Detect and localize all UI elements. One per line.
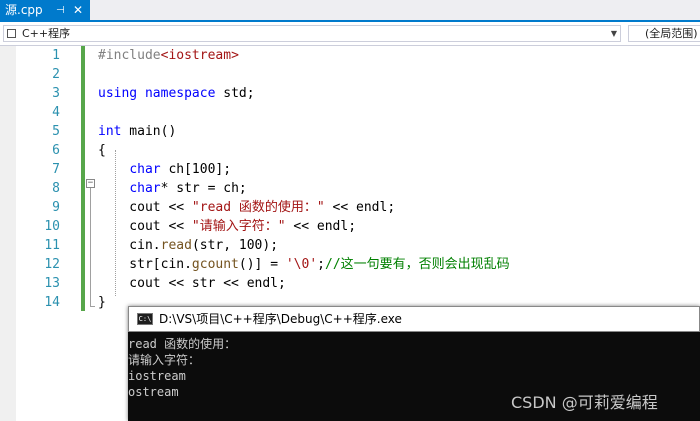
line-number: 9	[52, 200, 60, 215]
line-number: 7	[52, 162, 60, 177]
code-token: * str = ch;	[160, 181, 247, 196]
code-token: main()	[121, 124, 177, 139]
code-text: cin.read(str, 100);	[98, 236, 278, 255]
code-line[interactable]: 6{	[0, 141, 700, 160]
code-token: int	[98, 124, 122, 139]
close-icon[interactable]: ✕	[73, 0, 83, 21]
console-icon: C:\	[137, 313, 153, 325]
line-number: 14	[44, 295, 60, 310]
navigation-bar: C++程序 ▼ (全局范围)	[0, 22, 700, 46]
code-token: << endl;	[324, 200, 396, 215]
code-line[interactable]: 1 #include<iostream>	[0, 46, 700, 65]
code-token: namespace	[144, 86, 216, 101]
code-line[interactable]: 8 char* str = ch;	[0, 179, 700, 198]
line-number: 6	[52, 143, 60, 158]
line-number: 2	[52, 67, 60, 82]
line-number: 5	[52, 124, 60, 139]
code-token: "请输入字符："	[191, 219, 286, 234]
code-token: << endl;	[285, 219, 357, 234]
line-number: 3	[52, 86, 60, 101]
code-token: read	[160, 238, 192, 253]
line-number: 13	[44, 276, 60, 291]
watermark: CSDN @可莉爱编程	[511, 393, 658, 412]
line-number: 10	[44, 219, 60, 234]
code-token: //这一句要有，否则会出现乱码	[325, 257, 510, 272]
code-line[interactable]: 11 cin.read(str, 100);	[0, 236, 700, 255]
tab-source-cpp[interactable]: 源.cpp ⊣ ✕	[0, 0, 90, 22]
code-token: using	[98, 86, 138, 101]
console-title-bar[interactable]: C:\ D:\VS\项目\C++程序\Debug\C++程序.exe	[128, 306, 700, 332]
code-token: cout <<	[98, 219, 192, 234]
code-text: {	[98, 141, 106, 160]
code-line[interactable]: 7 char ch[100];	[0, 160, 700, 179]
code-line[interactable]: 9 cout << "read 函数的使用：" << endl;	[0, 198, 700, 217]
code-token: cout << str << endl;	[98, 276, 286, 291]
code-token: std;	[215, 86, 255, 101]
project-label: C++程序	[22, 27, 71, 40]
console-output-line: iostream	[128, 369, 186, 383]
line-number: 11	[44, 238, 60, 253]
code-token: }	[98, 295, 106, 310]
console-title: D:\VS\项目\C++程序\Debug\C++程序.exe	[159, 312, 402, 326]
code-token: {	[98, 143, 106, 158]
code-line[interactable]: 13 cout << str << endl;	[0, 274, 700, 293]
line-number: 4	[52, 105, 60, 120]
scope-dropdown[interactable]: (全局范围)	[628, 25, 700, 42]
console-output-line: read 函数的使用：	[128, 337, 237, 351]
code-line[interactable]: 2	[0, 65, 700, 84]
line-number: 12	[44, 257, 60, 272]
code-token: cin.	[98, 238, 161, 253]
pin-icon[interactable]: ⊣	[56, 0, 65, 21]
code-token: char	[129, 162, 161, 177]
chevron-down-icon: ▼	[610, 29, 617, 38]
code-token: #include	[98, 48, 161, 63]
code-text: cout << str << endl;	[98, 274, 286, 293]
code-line[interactable]: 5 int main()	[0, 122, 700, 141]
scope-label: (全局范围)	[645, 27, 698, 40]
code-token: char	[129, 181, 161, 196]
code-text: char ch[100];	[98, 160, 231, 179]
document-tab-bar: 源.cpp ⊣ ✕	[0, 0, 700, 22]
code-text: using namespace std;	[98, 84, 255, 103]
code-text: char* str = ch;	[98, 179, 247, 198]
code-text: int main()	[98, 122, 176, 141]
code-token: '\0'	[285, 257, 318, 272]
code-text: #include<iostream>	[98, 46, 239, 65]
code-token: "read 函数的使用："	[191, 200, 325, 215]
code-token: ch[100];	[160, 162, 232, 177]
code-text: str[cin.gcount()] = '\0';//这一句要有，否则会出现乱码	[98, 255, 510, 274]
code-line[interactable]: 10 cout << "请输入字符：" << endl;	[0, 217, 700, 236]
code-text: cout << "请输入字符：" << endl;	[98, 217, 356, 236]
code-line[interactable]: 4	[0, 103, 700, 122]
code-token: str[cin.	[98, 257, 192, 272]
line-number: 1	[52, 48, 60, 63]
tab-title: 源.cpp	[5, 3, 43, 17]
code-token: ()] =	[238, 257, 286, 272]
code-token: ;	[317, 257, 325, 272]
code-text: }	[98, 293, 106, 312]
console-output-line: 请输入字符：	[128, 353, 201, 367]
code-text: cout << "read 函数的使用：" << endl;	[98, 198, 395, 217]
code-token: (str, 100);	[191, 238, 279, 253]
project-icon	[7, 29, 16, 38]
line-number: 8	[52, 181, 60, 196]
code-line[interactable]: 3 using namespace std;	[0, 84, 700, 103]
project-dropdown[interactable]: C++程序 ▼	[3, 25, 621, 42]
code-token: <iostream>	[160, 48, 239, 63]
code-token: gcount	[191, 257, 239, 272]
code-line[interactable]: 12 str[cin.gcount()] = '\0';//这一句要有，否则会出…	[0, 255, 700, 274]
code-token: cout <<	[98, 200, 192, 215]
